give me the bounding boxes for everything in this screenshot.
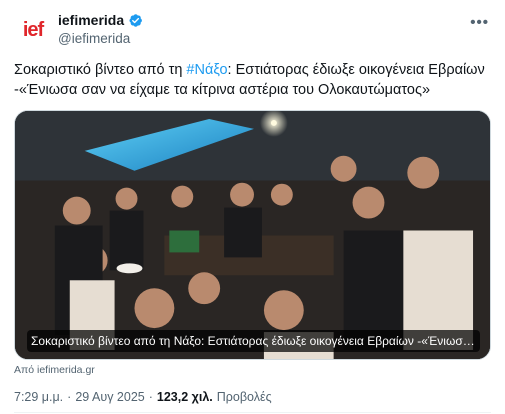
views-count: 123,2 χιλ.	[156, 390, 213, 404]
hashtag-link[interactable]: #Νάξο	[186, 62, 227, 78]
tweet-date[interactable]: 29 Αυγ 2025	[75, 390, 144, 404]
verified-badge-icon	[129, 13, 143, 27]
link-card[interactable]: Σοκαριστικό βίντεο από τη Νάξο: Εστιάτορ…	[14, 110, 491, 360]
avatar-logo-text: ief	[22, 18, 44, 41]
avatar[interactable]: ief	[14, 11, 52, 49]
card-source[interactable]: Από iefimerida.gr	[14, 364, 95, 376]
display-name[interactable]: iefimerida	[58, 12, 124, 28]
tweet-header: ief iefimerida @iefimerida •••	[14, 8, 491, 50]
tweet-text: Σοκαριστικό βίντεο από τη #Νάξο: Εστιάτο…	[14, 60, 496, 100]
more-horizontal-icon[interactable]: •••	[470, 14, 489, 31]
meta-separator-2: ·	[148, 390, 153, 404]
tweet-time[interactable]: 7:29 μ.μ.	[14, 390, 63, 404]
divider	[14, 412, 491, 413]
meta-separator: ·	[67, 390, 72, 404]
card-photo[interactable]	[15, 111, 490, 360]
name-row: iefimerida	[58, 12, 143, 28]
tweet-text-before: Σοκαριστικό βίντεο από τη	[14, 62, 187, 78]
tweet-meta: 7:29 μ.μ. · 29 Αυγ 2025 · 123,2 χιλ. Προ…	[14, 390, 272, 404]
card-caption[interactable]: Σοκαριστικό βίντεο από τη Νάξο: Εστιάτορ…	[27, 330, 480, 352]
views-label: Προβολές	[216, 390, 272, 404]
handle[interactable]: @iefimerida	[58, 31, 130, 46]
